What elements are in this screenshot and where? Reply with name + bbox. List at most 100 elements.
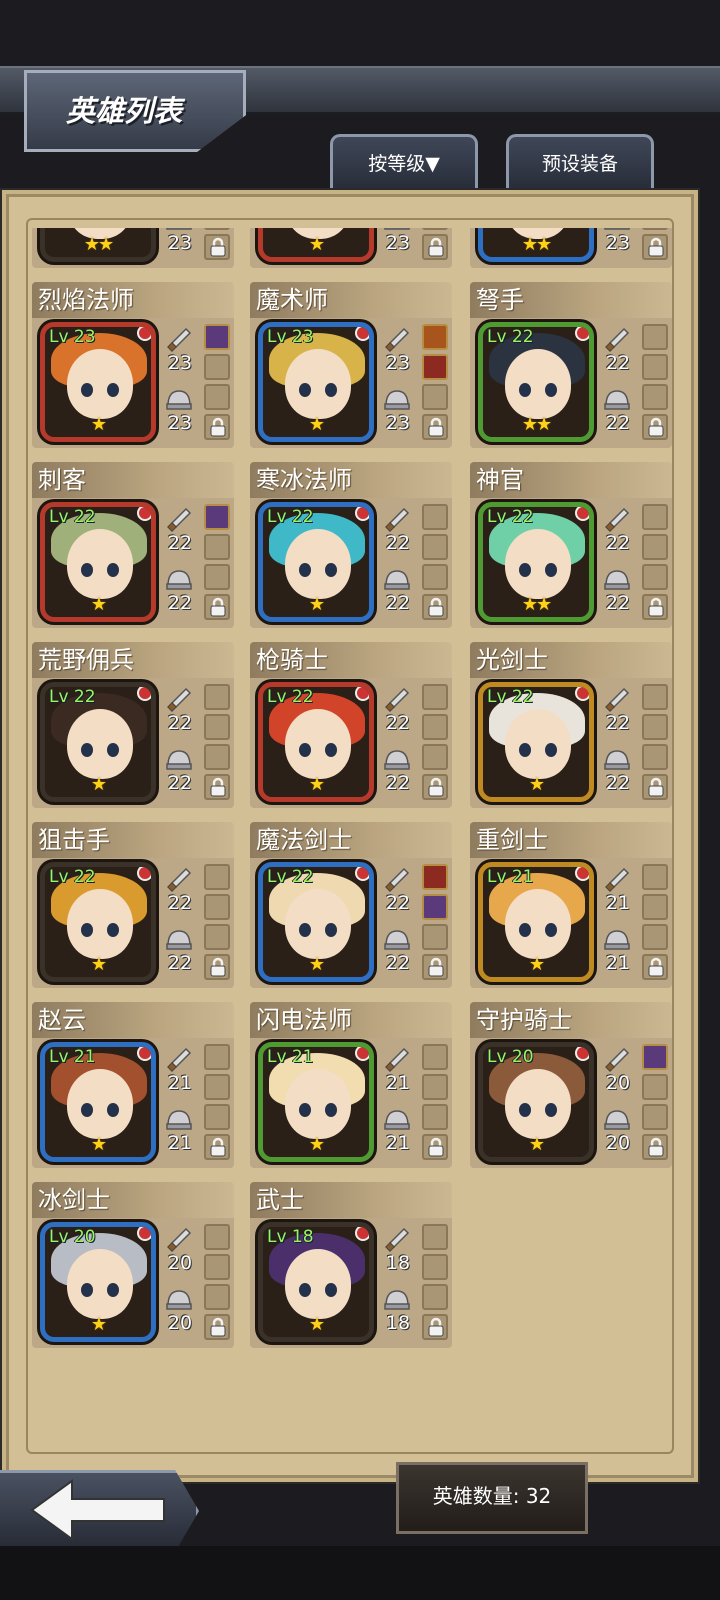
- hero-portrait[interactable]: Lv 20 ★: [40, 1222, 156, 1342]
- equipment-slot[interactable]: [422, 1224, 448, 1250]
- hero-card[interactable]: 刺客 Lv 22 ★ 22 22: [32, 462, 234, 644]
- equipment-slot[interactable]: [204, 744, 230, 770]
- lock-icon[interactable]: [642, 234, 668, 260]
- hero-card[interactable]: 魔法剑士 Lv 22 ★ 22 22: [250, 822, 452, 1004]
- lock-icon[interactable]: [422, 594, 448, 620]
- equipment-slot[interactable]: [204, 564, 230, 590]
- hero-card[interactable]: 闪电法师 Lv 21 ★ 21 21: [250, 1002, 452, 1184]
- hero-card[interactable]: 荒野佣兵 Lv 22 ★ 22 22: [32, 642, 234, 824]
- hero-card[interactable]: 寒冰法师 Lv 22 ★ 22 22: [250, 462, 452, 644]
- equipment-slot[interactable]: [422, 1254, 448, 1280]
- hero-portrait[interactable]: Lv 21 ★: [478, 862, 594, 982]
- lock-icon[interactable]: [422, 414, 448, 440]
- hero-card[interactable]: 烈焰法师 Lv 23 ★ 23 23: [32, 282, 234, 464]
- hero-portrait[interactable]: Lv 22 ★: [258, 682, 374, 802]
- hero-portrait[interactable]: Lv 23★: [40, 322, 156, 442]
- equipment-slot[interactable]: [204, 684, 230, 710]
- hero-portrait[interactable]: Lv 20 ★: [478, 1042, 594, 1162]
- hero-portrait[interactable]: Lv 22 ★: [258, 502, 374, 622]
- equipment-slot[interactable]: [204, 354, 230, 380]
- hero-portrait[interactable]: Lv 22 ★: [40, 682, 156, 802]
- equipment-slot-filled[interactable]: [422, 864, 448, 890]
- hero-card[interactable]: Lv 23★★2323: [470, 228, 672, 284]
- hero-portrait[interactable]: Lv 23★★: [478, 228, 594, 262]
- hero-portrait[interactable]: Lv 22 ★: [258, 862, 374, 982]
- equipment-slot[interactable]: [204, 1254, 230, 1280]
- equipment-slot[interactable]: [204, 1284, 230, 1310]
- lock-icon[interactable]: [642, 954, 668, 980]
- equipment-slot-filled[interactable]: [204, 324, 230, 350]
- hero-card[interactable]: 冰剑士 Lv 20 ★ 20 20: [32, 1182, 234, 1364]
- hero-card[interactable]: Lv 23★★2323: [32, 228, 234, 284]
- equipment-slot[interactable]: [642, 714, 668, 740]
- equipment-slot[interactable]: [204, 864, 230, 890]
- hero-portrait[interactable]: Lv 23★★: [40, 228, 156, 262]
- equipment-slot-filled[interactable]: [422, 894, 448, 920]
- equipment-slot[interactable]: [204, 1074, 230, 1100]
- equipment-slot[interactable]: [642, 534, 668, 560]
- equipment-slot[interactable]: [642, 324, 668, 350]
- equipment-slot[interactable]: [642, 684, 668, 710]
- equipment-slot[interactable]: [422, 1074, 448, 1100]
- equipment-slot[interactable]: [422, 228, 448, 230]
- lock-icon[interactable]: [204, 234, 230, 260]
- equipment-slot[interactable]: [642, 1104, 668, 1130]
- lock-icon[interactable]: [204, 774, 230, 800]
- equipment-slot-filled[interactable]: [422, 354, 448, 380]
- equipment-slot[interactable]: [422, 1044, 448, 1070]
- hero-card[interactable]: 狙击手 Lv 22 ★ 22 22: [32, 822, 234, 1004]
- equipment-slot[interactable]: [422, 534, 448, 560]
- hero-card[interactable]: 赵云 Lv 21 ★ 21 21: [32, 1002, 234, 1184]
- hero-portrait[interactable]: Lv 22 ★★: [478, 322, 594, 442]
- hero-card[interactable]: 重剑士 Lv 21 ★ 21 21: [470, 822, 672, 1004]
- sort-by-level-button[interactable]: 按等级▼: [330, 134, 478, 192]
- equipment-slot[interactable]: [204, 924, 230, 950]
- equipment-slot[interactable]: [422, 564, 448, 590]
- hero-card[interactable]: 弩手 Lv 22 ★★ 22 22: [470, 282, 672, 464]
- equipment-slot[interactable]: [204, 1224, 230, 1250]
- lock-icon[interactable]: [422, 1314, 448, 1340]
- hero-portrait[interactable]: Lv 22 ★: [478, 682, 594, 802]
- equipment-slot[interactable]: [642, 744, 668, 770]
- equipment-slot[interactable]: [204, 534, 230, 560]
- lock-icon[interactable]: [642, 1134, 668, 1160]
- preset-equipment-button[interactable]: 预设装备: [506, 134, 654, 192]
- lock-icon[interactable]: [422, 234, 448, 260]
- equipment-slot[interactable]: [642, 504, 668, 530]
- hero-portrait[interactable]: Lv 21 ★: [40, 1042, 156, 1162]
- hero-portrait[interactable]: Lv 18 ★: [258, 1222, 374, 1342]
- equipment-slot-filled[interactable]: [422, 324, 448, 350]
- lock-icon[interactable]: [642, 414, 668, 440]
- equipment-slot[interactable]: [422, 744, 448, 770]
- hero-card[interactable]: 枪骑士 Lv 22 ★ 22 22: [250, 642, 452, 824]
- hero-portrait[interactable]: Lv 23★: [258, 322, 374, 442]
- equipment-slot[interactable]: [422, 1104, 448, 1130]
- equipment-slot[interactable]: [642, 864, 668, 890]
- equipment-slot[interactable]: [422, 504, 448, 530]
- lock-icon[interactable]: [422, 1134, 448, 1160]
- hero-portrait[interactable]: Lv 22 ★: [40, 862, 156, 982]
- hero-portrait[interactable]: Lv 21 ★: [258, 1042, 374, 1162]
- hero-portrait[interactable]: Lv 23★: [258, 228, 374, 262]
- equipment-slot-filled[interactable]: [642, 1044, 668, 1070]
- equipment-slot[interactable]: [204, 714, 230, 740]
- equipment-slot[interactable]: [642, 1074, 668, 1100]
- hero-card[interactable]: 守护骑士 Lv 20 ★ 20 20: [470, 1002, 672, 1184]
- lock-icon[interactable]: [642, 774, 668, 800]
- equipment-slot[interactable]: [642, 384, 668, 410]
- hero-portrait[interactable]: Lv 22 ★: [40, 502, 156, 622]
- lock-icon[interactable]: [204, 1134, 230, 1160]
- equipment-slot[interactable]: [422, 1284, 448, 1310]
- equipment-slot[interactable]: [422, 924, 448, 950]
- hero-card[interactable]: 光剑士 Lv 22 ★ 22 22: [470, 642, 672, 824]
- back-button[interactable]: [0, 1470, 199, 1552]
- equipment-slot[interactable]: [422, 714, 448, 740]
- hero-grid[interactable]: Lv 23★★2323Lv 23★2323Lv 23★★2323烈焰法师Lv 2…: [24, 228, 694, 1452]
- equipment-slot[interactable]: [642, 228, 668, 230]
- hero-card[interactable]: Lv 23★2323: [250, 228, 452, 284]
- lock-icon[interactable]: [422, 774, 448, 800]
- equipment-slot[interactable]: [204, 894, 230, 920]
- equipment-slot[interactable]: [204, 228, 230, 230]
- hero-card[interactable]: 神官 Lv 22 ★★ 22 22: [470, 462, 672, 644]
- hero-card[interactable]: 魔术师 Lv 23 ★ 23 23: [250, 282, 452, 464]
